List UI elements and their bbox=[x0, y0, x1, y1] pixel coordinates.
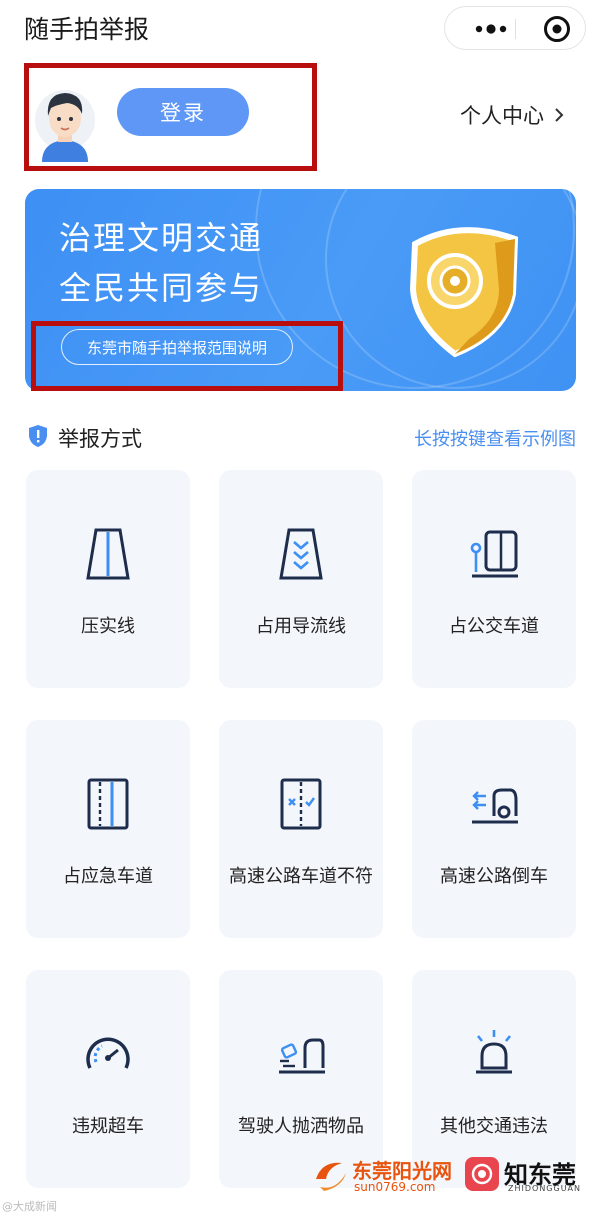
report-card-emergency-lane[interactable]: 占应急车道 bbox=[26, 720, 190, 938]
siren-icon bbox=[412, 1024, 576, 1084]
report-card-label: 占应急车道 bbox=[63, 866, 153, 887]
solid-line-icon bbox=[26, 524, 190, 584]
example-hint-link[interactable]: 长按按键查看示例图 bbox=[414, 425, 576, 451]
highlight-box-scope bbox=[31, 321, 343, 391]
banner-headline-2: 全民共同参与 bbox=[59, 269, 264, 307]
personal-center-label: 个人中心 bbox=[460, 104, 544, 128]
report-card-label: 压实线 bbox=[81, 616, 135, 637]
highlight-box-login bbox=[24, 63, 317, 171]
more-icon[interactable] bbox=[467, 7, 515, 51]
speedometer-icon bbox=[26, 1024, 190, 1084]
mini-program-capsule bbox=[444, 6, 586, 50]
top-bar: 随手拍举报 bbox=[0, 0, 600, 56]
personal-center-link[interactable]: 个人中心 bbox=[460, 100, 564, 130]
emergency-lane-icon bbox=[26, 774, 190, 834]
lane-mismatch-icon bbox=[219, 774, 383, 834]
eye-logo-icon bbox=[465, 1157, 499, 1191]
watermark: 东莞阳光网 sun0769.com 知东莞 ZHIDONGGUAN bbox=[312, 1155, 600, 1199]
chevron-right-icon bbox=[554, 107, 564, 123]
banner-headline-1: 治理文明交通 bbox=[59, 219, 264, 257]
report-card-label: 占公交车道 bbox=[449, 616, 539, 637]
report-card-solid-line[interactable]: 压实线 bbox=[26, 470, 190, 688]
capsule-divider bbox=[515, 19, 516, 39]
shield-icon bbox=[28, 424, 48, 452]
user-login-row: 登录 个人中心 bbox=[0, 60, 600, 223]
reverse-car-icon bbox=[412, 774, 576, 834]
report-card-label: 高速公路车道不符 bbox=[229, 866, 373, 887]
watermark-brand-2-sub: ZHIDONGGUAN bbox=[508, 1184, 582, 1193]
bus-lane-icon bbox=[412, 524, 576, 584]
app-title: 随手拍举报 bbox=[24, 15, 150, 44]
sun-logo-icon bbox=[316, 1162, 346, 1191]
close-target-icon[interactable] bbox=[537, 7, 577, 51]
report-card-reverse-car[interactable]: 高速公路倒车 bbox=[412, 720, 576, 938]
shield-camera-icon bbox=[385, 209, 535, 359]
report-card-label: 其他交通违法 bbox=[440, 1116, 548, 1137]
section-title: 举报方式 bbox=[58, 427, 142, 451]
report-card-overtaking[interactable]: 违规超车 bbox=[26, 970, 190, 1188]
report-card-label: 高速公路倒车 bbox=[440, 866, 548, 887]
corner-watermark: @大成新闻 bbox=[2, 1200, 57, 1213]
report-card-label: 违规超车 bbox=[72, 1116, 144, 1137]
diversion-line-icon bbox=[219, 524, 383, 584]
report-card-label: 驾驶人抛洒物品 bbox=[238, 1116, 364, 1137]
report-card-lane-mismatch[interactable]: 高速公路车道不符 bbox=[219, 720, 383, 938]
watermark-brand-1-url: sun0769.com bbox=[354, 1180, 436, 1194]
report-methods-header: 举报方式 长按按键查看示例图 bbox=[26, 420, 576, 454]
report-card-label: 占用导流线 bbox=[256, 616, 346, 637]
littering-icon bbox=[219, 1024, 383, 1084]
report-card-bus-lane[interactable]: 占公交车道 bbox=[412, 470, 576, 688]
report-card-diversion-line[interactable]: 占用导流线 bbox=[219, 470, 383, 688]
